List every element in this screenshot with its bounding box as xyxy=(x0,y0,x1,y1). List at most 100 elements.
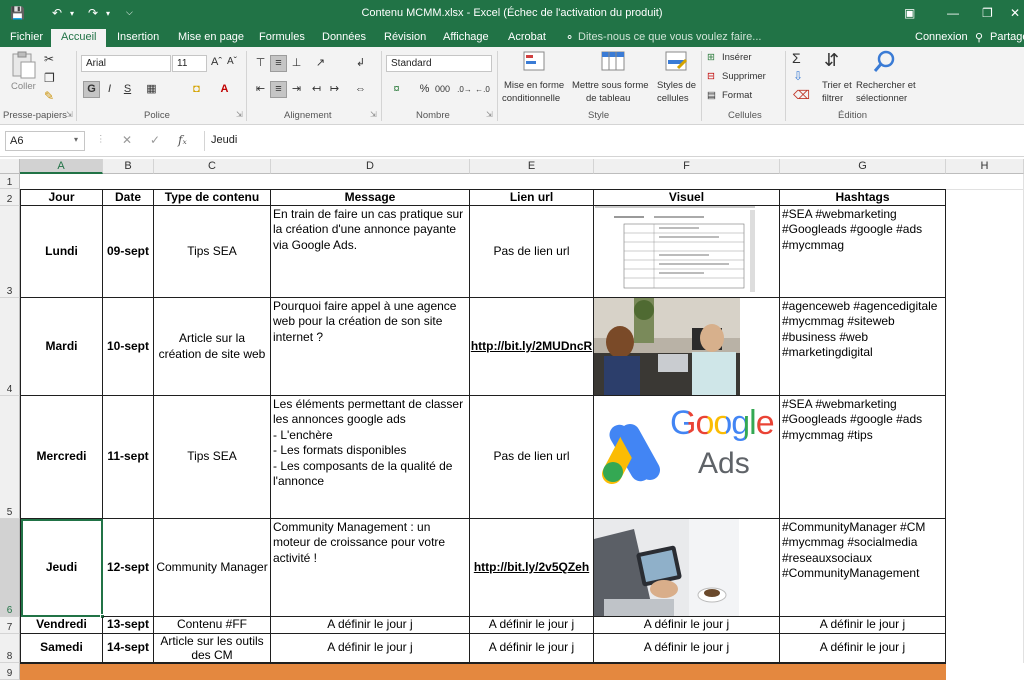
font-name-select[interactable]: Arial xyxy=(81,55,171,72)
paste-button[interactable]: Coller xyxy=(8,50,42,100)
cell-hashtags[interactable]: #SEA #webmarketing #Googleads #google #a… xyxy=(780,206,946,298)
header-date[interactable]: Date xyxy=(103,190,154,206)
cell-type[interactable]: Community Manager xyxy=(154,519,271,617)
column-header-g[interactable]: G xyxy=(780,159,946,174)
number-format-select[interactable]: Standard xyxy=(386,55,492,72)
cell-visuel[interactable]: Google Ads xyxy=(594,396,780,519)
align-top-icon[interactable]: ⊤ xyxy=(252,55,269,72)
chevron-down-icon[interactable]: ▾ xyxy=(74,135,78,144)
percent-icon[interactable]: % xyxy=(416,81,433,98)
cell-type[interactable]: Contenu #FF xyxy=(154,617,271,634)
currency-icon[interactable]: ¤ xyxy=(388,81,405,98)
cell-type[interactable]: Tips SEA xyxy=(154,396,271,519)
wrap-text-icon[interactable]: ↲ xyxy=(352,55,369,72)
orientation-icon[interactable]: ↗ xyxy=(312,55,329,72)
conditional-format-button[interactable]: Mise en forme conditionnelle xyxy=(502,50,568,108)
cell-visuel[interactable] xyxy=(594,519,780,617)
column-header-h[interactable]: H xyxy=(946,159,1024,174)
grow-font-icon[interactable]: Aˆ xyxy=(211,56,222,68)
cell-hashtags[interactable]: A définir le jour j xyxy=(780,617,946,634)
tab-formules[interactable]: Formules xyxy=(259,31,305,43)
header-jour[interactable]: Jour xyxy=(21,190,103,206)
google-ads-logo[interactable]: Google Ads xyxy=(600,406,775,496)
ribbon-display-icon[interactable]: ▣ xyxy=(904,6,915,20)
font-color-icon[interactable]: A xyxy=(216,81,233,98)
find-select-button[interactable]: Rechercher et sélectionner xyxy=(856,50,920,108)
row-header-4[interactable]: 4 xyxy=(0,298,20,396)
column-header-f[interactable]: F xyxy=(594,159,780,174)
fill-icon[interactable]: ⇩ xyxy=(793,69,803,83)
tell-me-box[interactable]: Dites-nous ce que vous voulez faire... xyxy=(578,31,761,43)
cut-icon[interactable]: ✂ xyxy=(44,52,54,66)
decrease-decimal-icon[interactable]: ←.0 xyxy=(474,81,491,98)
cell-jour[interactable]: Mercredi xyxy=(21,396,103,519)
cell-lien[interactable]: Pas de lien url xyxy=(470,396,594,519)
cell-date[interactable]: 11-sept xyxy=(103,396,154,519)
cell-visuel[interactable] xyxy=(594,206,780,298)
cell-message[interactable]: Les éléments permettant de classer les a… xyxy=(271,396,470,519)
spreadsheet-grid[interactable]: A B C D E F G H 1 2 3 4 5 6 7 8 9 Jour D… xyxy=(0,159,1024,680)
cancel-icon[interactable]: ✕ xyxy=(122,133,132,147)
close-icon[interactable]: ✕ xyxy=(1010,6,1020,20)
format-painter-icon[interactable]: ✎ xyxy=(44,89,54,103)
tab-accueil[interactable]: Accueil xyxy=(51,29,107,47)
dialog-launcher-icon[interactable]: ⇲ xyxy=(370,110,377,119)
thousands-icon[interactable]: 000 xyxy=(434,81,451,98)
row-header-8[interactable]: 8 xyxy=(0,634,20,663)
cell-type[interactable]: Article sur la création de site web xyxy=(154,298,271,396)
tab-fichier[interactable]: Fichier xyxy=(10,31,43,43)
orange-separator-row[interactable] xyxy=(20,663,946,680)
tab-insertion[interactable]: Insertion xyxy=(117,31,159,43)
cell-message[interactable]: Pourquoi faire appel à une agence web po… xyxy=(271,298,470,396)
align-center-icon[interactable]: ≡ xyxy=(270,81,287,98)
header-visuel[interactable]: Visuel xyxy=(594,190,780,206)
restore-icon[interactable]: ❐ xyxy=(982,6,993,20)
clear-icon[interactable]: ⌫ xyxy=(793,88,810,102)
cell-jour-selected[interactable]: Jeudi xyxy=(21,519,103,617)
header-hashtags[interactable]: Hashtags xyxy=(780,190,946,206)
header-message[interactable]: Message xyxy=(271,190,470,206)
cell-hashtags[interactable]: #SEA #webmarketing #Googleads #google #a… xyxy=(780,396,946,519)
header-lien[interactable]: Lien url xyxy=(470,190,594,206)
cell-date[interactable]: 13-sept xyxy=(103,617,154,634)
enter-icon[interactable]: ✓ xyxy=(150,133,160,147)
cell-jour[interactable]: Vendredi xyxy=(21,617,103,634)
signin-link[interactable]: Connexion xyxy=(915,31,968,43)
increase-indent-icon[interactable]: ↦ xyxy=(326,81,343,98)
tab-affichage[interactable]: Affichage xyxy=(443,31,489,43)
link-bitly-2mudncr[interactable]: http://bit.ly/2MUDncR xyxy=(470,298,594,396)
delete-cells-button[interactable]: Supprimer xyxy=(722,71,766,82)
cell-type[interactable]: Tips SEA xyxy=(154,206,271,298)
document-thumbnail-image[interactable] xyxy=(594,206,756,295)
dialog-launcher-icon[interactable]: ⇲ xyxy=(66,110,73,119)
name-box[interactable]: A6 xyxy=(5,131,85,151)
dialog-launcher-icon[interactable]: ⇲ xyxy=(486,110,493,119)
format-cells-button[interactable]: Format xyxy=(722,90,752,101)
cell-jour[interactable]: Lundi xyxy=(21,206,103,298)
column-header-e[interactable]: E xyxy=(470,159,594,174)
decrease-indent-icon[interactable]: ↤ xyxy=(308,81,325,98)
formula-input[interactable]: Jeudi xyxy=(204,131,1019,151)
cell-date[interactable]: 12-sept xyxy=(103,519,154,617)
dialog-launcher-icon[interactable]: ⇲ xyxy=(236,110,243,119)
row-header-5[interactable]: 5 xyxy=(0,396,20,519)
cell-type[interactable]: Article sur les outils des CM xyxy=(154,634,271,663)
link-bitly-2v5qzeh[interactable]: http://bit.ly/2v5QZeh xyxy=(470,519,594,617)
insert-cells-button[interactable]: Insérer xyxy=(722,52,752,63)
cell-visuel[interactable] xyxy=(594,298,780,396)
column-header-b[interactable]: B xyxy=(103,159,154,174)
cell-visuel[interactable]: A définir le jour j xyxy=(594,634,780,663)
fill-color-icon[interactable]: ◘ xyxy=(188,81,205,98)
cell-date[interactable]: 14-sept xyxy=(103,634,154,663)
copy-icon[interactable]: ❐ xyxy=(44,71,55,85)
shrink-font-icon[interactable]: Aˇ xyxy=(227,56,237,67)
row-header-3[interactable]: 3 xyxy=(0,206,20,298)
cell-message[interactable]: En train de faire un cas pratique sur la… xyxy=(271,206,470,298)
tab-mise-en-page[interactable]: Mise en page xyxy=(178,31,244,43)
tablet-user-photo[interactable] xyxy=(594,519,739,616)
align-left-icon[interactable]: ⇤ xyxy=(252,81,269,98)
cell-date[interactable]: 10-sept xyxy=(103,298,154,396)
cell-hashtags[interactable]: #CommunityManager #CM #mycmmag #socialme… xyxy=(780,519,946,617)
header-type[interactable]: Type de contenu xyxy=(154,190,271,206)
cell-lien[interactable]: A définir le jour j xyxy=(470,617,594,634)
